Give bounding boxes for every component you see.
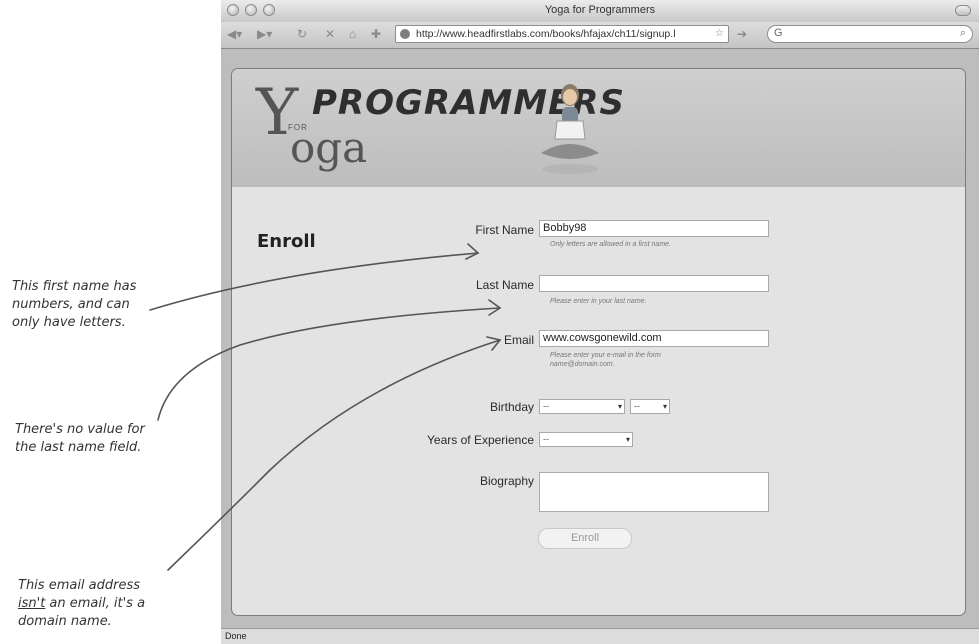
biography-textarea[interactable]: [539, 472, 769, 512]
stop-icon[interactable]: ✕: [325, 26, 335, 42]
page-content: Y FOR oga PROGRAMMERS Enroll First Name …: [231, 68, 966, 616]
annotation-line: This email address: [18, 578, 141, 593]
site-header: Y FOR oga PROGRAMMERS: [232, 69, 965, 187]
annotation-line: This first name has: [12, 279, 137, 294]
email-hint-line2: name@domain.com.: [550, 361, 615, 368]
browser-window: Yoga for Programmers ◀▾ ▶▾ ↻ ✕ ⌂ ✚ http:…: [221, 0, 979, 644]
dropdown-arrow-icon: ▾: [662, 402, 667, 411]
annotation-email: This email address isn't an email, it's …: [18, 577, 145, 631]
annotation-last-name: There's no value for the last name field…: [15, 421, 145, 457]
annotation-line: isn't an email, it's a: [18, 595, 145, 613]
biography-label: Biography: [479, 474, 534, 488]
last-name-input[interactable]: [539, 275, 769, 292]
enroll-button[interactable]: Enroll: [538, 528, 632, 549]
status-bar: Done: [221, 628, 979, 644]
annotation-first-name: This first name has numbers, and can onl…: [12, 278, 136, 332]
email-input[interactable]: www.cowsgonewild.com: [539, 330, 769, 347]
annotation-line: There's no value for: [15, 422, 145, 437]
reload-icon[interactable]: ↻: [297, 26, 307, 42]
last-name-label: Last Name: [475, 278, 534, 292]
annotation-line: domain name.: [18, 614, 112, 629]
browser-toolbar: ◀▾ ▶▾ ↻ ✕ ⌂ ✚ http://www.headfirstlabs.c…: [221, 22, 979, 49]
window-title: Yoga for Programmers: [544, 4, 656, 16]
back-arrow-icon[interactable]: ◀▾: [227, 26, 242, 42]
first-name-label: First Name: [475, 223, 534, 237]
email-hint: Please enter your e-mail in the form nam…: [550, 351, 661, 369]
birthday-day-select[interactable]: -- ▾: [630, 399, 670, 414]
site-icon: [400, 29, 410, 39]
search-bar[interactable]: G ⌕: [767, 25, 973, 43]
annotation-line-rest: an email, it's a: [45, 596, 146, 611]
dropdown-arrow-icon: ▾: [625, 435, 630, 444]
annotation-line: numbers, and can: [12, 297, 130, 312]
email-label: Email: [503, 333, 534, 347]
birthday-month-select[interactable]: -- ▾: [539, 399, 625, 414]
first-name-input[interactable]: Bobby98: [539, 220, 769, 237]
title-bar: Yoga for Programmers: [221, 0, 979, 23]
birthday-label: Birthday: [489, 400, 534, 414]
annotation-line: the last name field.: [15, 440, 142, 455]
email-hint-line1: Please enter your e-mail in the form: [550, 352, 661, 359]
toolbar-toggle-button[interactable]: [955, 5, 971, 16]
birthday-day-value: --: [634, 401, 640, 411]
page-title: Enroll: [257, 231, 316, 252]
add-bookmark-icon[interactable]: ✚: [371, 26, 381, 42]
bookmark-star-icon[interactable]: ☆: [715, 26, 724, 42]
forward-arrow-icon[interactable]: ▶▾: [257, 26, 272, 42]
home-icon[interactable]: ⌂: [349, 26, 356, 42]
url-text: http://www.headfirstlabs.com/books/hfaja…: [416, 28, 676, 40]
annotation-emphasis: isn't: [18, 596, 46, 611]
experience-select[interactable]: -- ▾: [539, 432, 633, 447]
experience-value: --: [543, 434, 549, 444]
search-engine-icon[interactable]: G: [774, 27, 783, 39]
birthday-month-value: --: [543, 401, 549, 411]
last-name-hint: Please enter in your last name.: [550, 298, 647, 305]
first-name-hint: Only letters are allowed in a first name…: [550, 241, 671, 248]
logo-oga-text: oga: [290, 123, 368, 172]
meditating-programmer-image: [541, 84, 599, 174]
annotation-line: only have letters.: [12, 315, 126, 330]
dropdown-arrow-icon: ▾: [617, 402, 622, 411]
search-icon[interactable]: ⌕: [960, 27, 966, 40]
experience-label: Years of Experience: [427, 433, 534, 447]
go-arrow-icon[interactable]: ➔: [737, 26, 747, 42]
address-bar[interactable]: http://www.headfirstlabs.com/books/hfaja…: [395, 25, 729, 43]
